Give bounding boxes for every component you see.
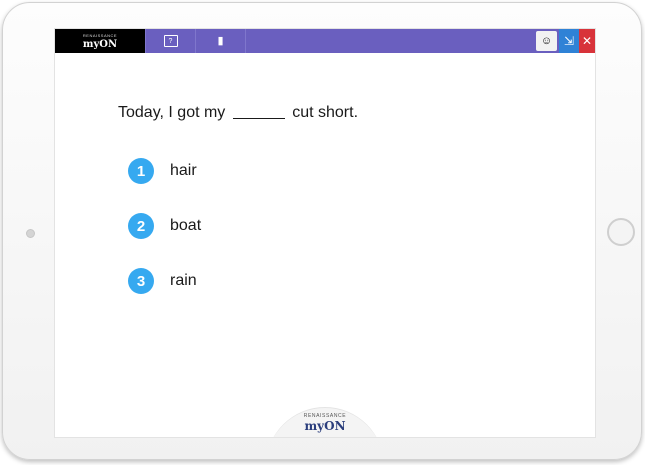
option-number-badge: 1 (128, 158, 154, 184)
reader-question-icon: ? (163, 35, 178, 47)
top-toolbar: RENAISSANCE myON ? ▮ ☺ ⇲ ✕ (55, 29, 595, 53)
brand-subtitle: RENAISSANCE (82, 33, 118, 38)
brand-logo: RENAISSANCE myON (55, 29, 145, 53)
app-screen: RENAISSANCE myON ? ▮ ☺ ⇲ ✕ Today, I got … (55, 29, 595, 437)
camera-dot (26, 229, 35, 238)
exit-button[interactable]: ⇲ (559, 29, 579, 53)
option-label: rain (170, 272, 197, 289)
avatar-button[interactable]: ☺ (536, 31, 557, 51)
footer-logo: RENAISSANCE myON (266, 407, 384, 437)
question-text: Today, I got my cut short. (118, 104, 358, 122)
tablet-frame: RENAISSANCE myON ? ▮ ☺ ⇲ ✕ Today, I got … (2, 2, 642, 460)
option-label: hair (170, 162, 197, 179)
question-before: Today, I got my (118, 104, 226, 121)
toolbar-right-icons: ☺ ⇲ ✕ (536, 29, 595, 53)
brand-title: myON (82, 39, 118, 50)
option-2[interactable]: 2 boat (128, 213, 201, 239)
close-icon: ✕ (581, 34, 593, 48)
home-button[interactable] (607, 218, 635, 246)
reader-question-button[interactable]: ? (145, 29, 196, 53)
question-after: cut short. (292, 104, 359, 121)
answer-blank (232, 104, 285, 119)
avatar-icon: ☺ (540, 35, 553, 47)
option-number-badge: 3 (128, 268, 154, 294)
footer-brand-title: myON (304, 419, 346, 433)
close-button[interactable]: ✕ (579, 29, 595, 53)
option-1[interactable]: 1 hair (128, 158, 197, 184)
option-3[interactable]: 3 rain (128, 268, 197, 294)
book-button[interactable]: ▮ (196, 29, 246, 53)
option-number-badge: 2 (128, 213, 154, 239)
exit-icon: ⇲ (563, 34, 575, 48)
book-icon: ▮ (217, 34, 224, 47)
option-label: boat (170, 217, 202, 234)
